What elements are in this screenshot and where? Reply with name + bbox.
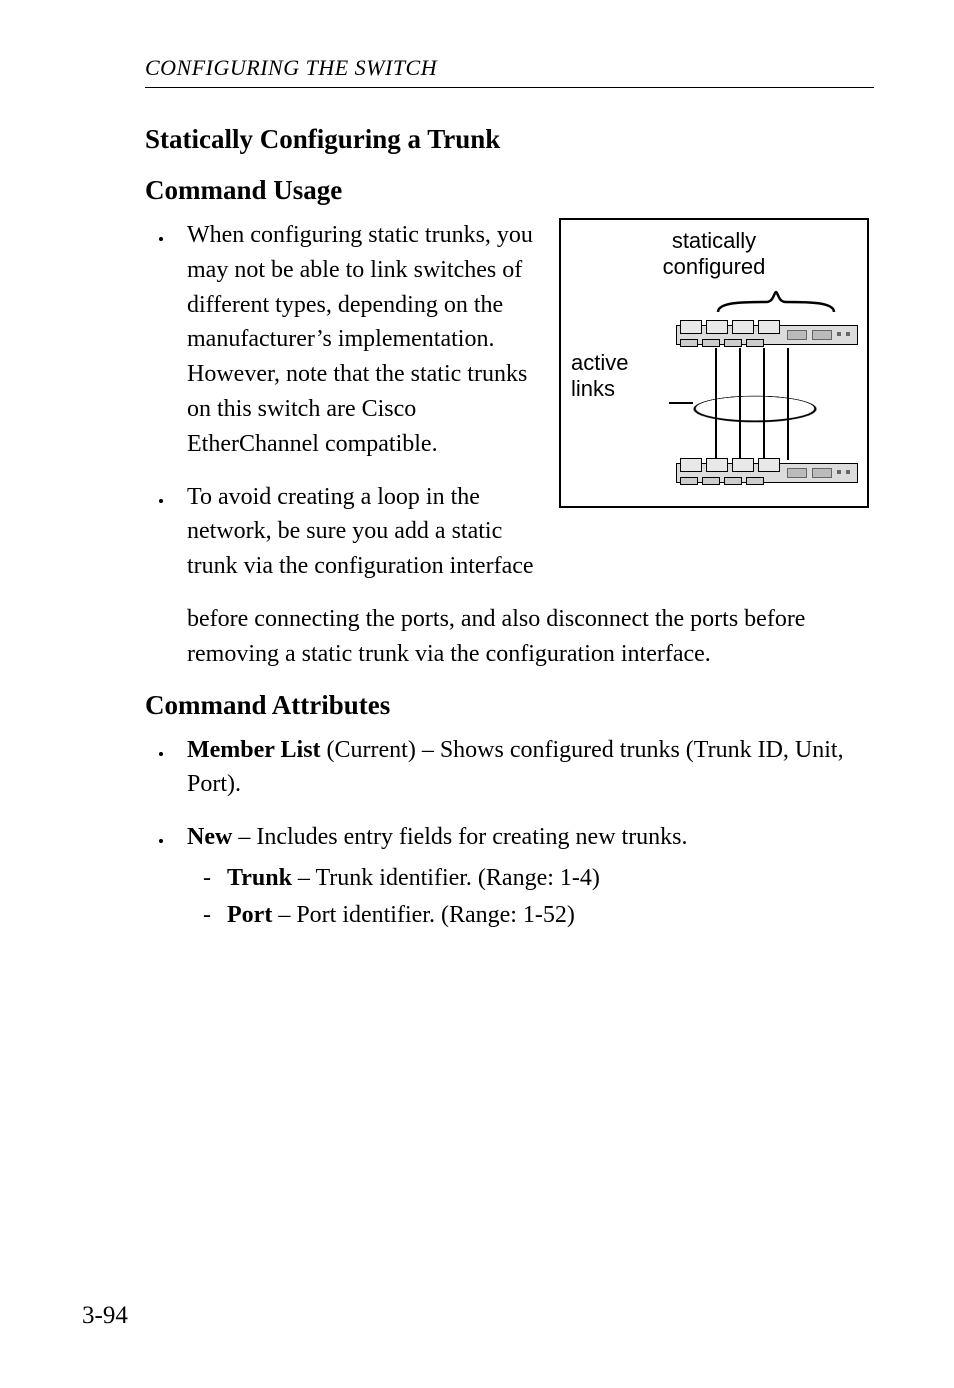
- usage-continuation: before connecting the ports, and also di…: [145, 602, 874, 672]
- attr-sub-trunk: Trunk – Trunk identifier. (Range: 1-4): [203, 861, 874, 896]
- callout-tick-icon: [669, 402, 693, 404]
- usage-item-1: When configuring static trunks, you may …: [173, 218, 549, 462]
- attr-item-new: New – Includes entry fields for creating…: [173, 820, 874, 932]
- attr-port-label: Port: [227, 902, 272, 928]
- page-number: 3-94: [82, 1302, 128, 1330]
- attr-item-member-list: Member List (Current) – Shows configured…: [173, 733, 874, 803]
- switch-bottom-icon: [676, 458, 856, 488]
- active-links-oval-icon: [678, 396, 833, 423]
- attributes-list: Member List (Current) – Shows configured…: [145, 733, 874, 933]
- attr-new-text: – Includes entry fields for creating new…: [232, 824, 687, 850]
- attr-port-text: – Port identifier. (Range: 1-52): [272, 902, 575, 928]
- curly-brace-icon: [716, 290, 836, 314]
- usage-list: When configuring static trunks, you may …: [145, 218, 549, 584]
- running-head: CONFIGURING THE SWITCH: [145, 55, 874, 81]
- attr-sub-port: Port – Port identifier. (Range: 1-52): [203, 898, 874, 933]
- attr-sublist: Trunk – Trunk identifier. (Range: 1-4) P…: [187, 861, 874, 933]
- section-title: Statically Configuring a Trunk: [145, 124, 874, 155]
- link-line-icon: [787, 348, 789, 460]
- fig-label-statically-configured: statically configured: [561, 228, 867, 281]
- rule: [145, 87, 874, 88]
- subsection-usage: Command Usage: [145, 175, 874, 206]
- subsection-attributes: Command Attributes: [145, 690, 874, 721]
- switch-top-icon: [676, 320, 856, 350]
- usage-item-2: To avoid creating a loop in the network,…: [173, 480, 549, 584]
- fig-label-active-links: active links: [571, 350, 628, 403]
- trunk-diagram: statically configured: [559, 218, 869, 508]
- attr-member-list-label: Member List: [187, 737, 321, 763]
- attr-new-label: New: [187, 824, 232, 850]
- attr-trunk-text: – Trunk identifier. (Range: 1-4): [292, 865, 600, 891]
- attr-trunk-label: Trunk: [227, 865, 292, 891]
